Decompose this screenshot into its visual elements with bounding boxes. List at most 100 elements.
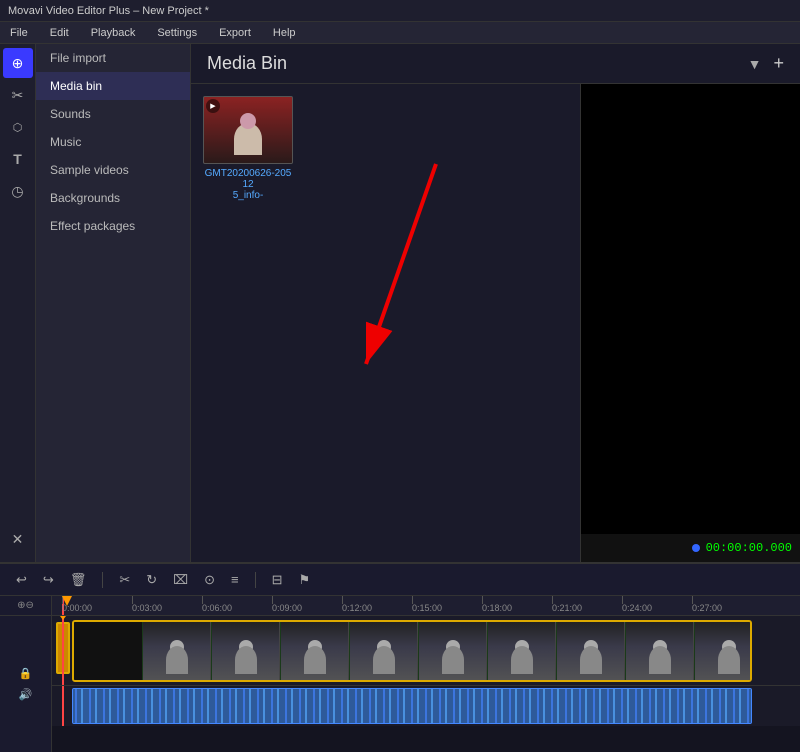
timecode-display: 00:00:00.000 bbox=[706, 541, 792, 555]
sidebar-item-music[interactable]: Music bbox=[36, 128, 190, 156]
ruler-mark-1: 0:03:00 bbox=[132, 603, 162, 613]
timeline-area: ↩ ↪ 🗑 ✂ ↻ ⌧ ⊙ ≡ ⊟ ⚑ ⊕⊖ 🔒 🔊 bbox=[0, 562, 800, 752]
add-media-button[interactable]: + bbox=[773, 53, 784, 74]
ruler-mark-3: 0:09:00 bbox=[272, 603, 302, 613]
frame-person-5 bbox=[419, 622, 486, 682]
playhead-video-head bbox=[57, 616, 69, 620]
sidebar-item-sounds[interactable]: Sounds bbox=[36, 100, 190, 128]
frame-person-1 bbox=[143, 622, 210, 682]
film-frame-8 bbox=[626, 622, 694, 682]
ruler-mark-7: 0:21:00 bbox=[552, 603, 582, 613]
sidebar-item-sample-videos[interactable]: Sample videos bbox=[36, 156, 190, 184]
audio-waveform[interactable] bbox=[72, 688, 752, 724]
menu-edit[interactable]: Edit bbox=[46, 25, 73, 41]
frame-person-3 bbox=[281, 622, 348, 682]
film-frame-4 bbox=[350, 622, 418, 682]
menu-export[interactable]: Export bbox=[215, 25, 255, 41]
menu-file[interactable]: File bbox=[6, 25, 32, 41]
redo-button[interactable]: ↪ bbox=[39, 570, 58, 590]
sidebar-item-file-import[interactable]: File import bbox=[36, 44, 190, 72]
thumbnail-visual: ▶ bbox=[204, 97, 292, 163]
undo-button[interactable]: ↩ bbox=[12, 570, 31, 590]
audio-track bbox=[52, 686, 800, 726]
menu-settings[interactable]: Settings bbox=[153, 25, 201, 41]
ruler-line-2 bbox=[202, 596, 203, 604]
sidebar-item-effect-packages[interactable]: Effect packages bbox=[36, 212, 190, 240]
ruler-mark-5: 0:15:00 bbox=[412, 603, 442, 613]
content-header: Media Bin ▼ + bbox=[191, 44, 800, 84]
content-and-preview: ▶ GMT20200626-205125_info- bbox=[191, 84, 800, 562]
ruler-line-9 bbox=[692, 596, 693, 604]
timeline-ruler: 0:00:00 0:03:00 0:06:00 0:09:00 0:12:00 … bbox=[52, 596, 800, 616]
thumb-play-icon: ▶ bbox=[206, 99, 220, 113]
menu-playback[interactable]: Playback bbox=[87, 25, 140, 41]
crop-button[interactable]: ⌧ bbox=[169, 570, 192, 590]
film-strip bbox=[74, 622, 752, 680]
ruler-line-4 bbox=[342, 596, 343, 604]
sidebar-item-media-bin[interactable]: Media bin bbox=[36, 72, 190, 100]
display-button[interactable]: ⊟ bbox=[268, 570, 287, 590]
video-track-content[interactable] bbox=[72, 620, 752, 682]
menubar: File Edit Playback Settings Export Help bbox=[0, 22, 800, 44]
track-volume-icon[interactable]: 🔊 bbox=[19, 688, 33, 701]
title-text: Movavi Video Editor Plus – New Project * bbox=[8, 5, 209, 17]
sidebar: File import Media bin Sounds Music Sampl… bbox=[36, 44, 191, 562]
film-frame-5 bbox=[419, 622, 487, 682]
import-icon-btn[interactable]: ⊕ bbox=[3, 48, 33, 78]
tools-icon-btn[interactable]: ✕ bbox=[3, 524, 33, 554]
toolbar-separator-2 bbox=[255, 572, 256, 588]
film-frame-2 bbox=[212, 622, 280, 682]
ruler-line-6 bbox=[482, 596, 483, 604]
ruler-mark-6: 0:18:00 bbox=[482, 603, 512, 613]
frame-person-6 bbox=[488, 622, 555, 682]
frame-person-9 bbox=[695, 622, 752, 682]
thumbnail-image: ▶ bbox=[203, 96, 293, 164]
ruler-mark-4: 0:12:00 bbox=[342, 603, 372, 613]
frame-person-7 bbox=[557, 622, 624, 682]
media-item[interactable]: ▶ GMT20200626-205125_info- bbox=[203, 96, 293, 550]
titles-icon-btn[interactable]: T bbox=[3, 144, 33, 174]
rotate-button[interactable]: ↻ bbox=[142, 570, 161, 590]
film-frame-black bbox=[74, 622, 142, 682]
header-actions: ▼ + bbox=[748, 53, 784, 74]
scissors-icon-btn[interactable]: ✂ bbox=[3, 80, 33, 110]
filter-icon[interactable]: ▼ bbox=[748, 56, 762, 72]
toolbar-separator-1 bbox=[102, 572, 103, 588]
film-frame-9 bbox=[695, 622, 752, 682]
preview-panel: 00:00:00.000 bbox=[580, 84, 800, 562]
flag-button[interactable]: ⚑ bbox=[295, 570, 315, 590]
ruler-line-8 bbox=[622, 596, 623, 604]
ruler-line-3 bbox=[272, 596, 273, 604]
playhead-head bbox=[62, 596, 72, 606]
delete-button[interactable]: 🗑 bbox=[66, 570, 91, 590]
ruler-and-tracks: 0:00:00 0:03:00 0:06:00 0:09:00 0:12:00 … bbox=[52, 596, 800, 752]
cut-button[interactable]: ✂ bbox=[115, 570, 134, 590]
preview-screen bbox=[581, 84, 800, 534]
playhead-video bbox=[62, 616, 64, 685]
ruler-line-5 bbox=[412, 596, 413, 604]
sidebar-item-backgrounds[interactable]: Backgrounds bbox=[36, 184, 190, 212]
film-frame-6 bbox=[488, 622, 556, 682]
track-controls: ⊕⊖ 🔒 🔊 bbox=[0, 596, 52, 752]
track-lock-icon[interactable]: 🔒 bbox=[19, 667, 33, 680]
film-frame-1 bbox=[143, 622, 211, 682]
effects-icon-btn[interactable]: ⬡ bbox=[3, 112, 33, 142]
ruler-mark-8: 0:24:00 bbox=[622, 603, 652, 613]
content-area: Media Bin ▼ + ▶ bbox=[191, 44, 800, 562]
left-iconbar: ⊕ ✂ ⬡ T ◷ ✕ bbox=[0, 44, 36, 562]
frame-person-4 bbox=[350, 622, 417, 682]
align-button[interactable]: ≡ bbox=[227, 570, 243, 589]
menu-help[interactable]: Help bbox=[269, 25, 300, 41]
film-frame-7 bbox=[557, 622, 625, 682]
zoom-icon[interactable]: ⊕⊖ bbox=[17, 600, 34, 611]
frame-person-2 bbox=[212, 622, 279, 682]
transitions-icon-btn[interactable]: ◷ bbox=[3, 176, 33, 206]
main-layout: ⊕ ✂ ⬡ T ◷ ✕ File import Media bin Sounds… bbox=[0, 44, 800, 562]
person-head bbox=[240, 113, 256, 129]
ruler-mark-9: 0:27:00 bbox=[692, 603, 722, 613]
color-button[interactable]: ⊙ bbox=[200, 570, 219, 590]
ruler-line-7 bbox=[552, 596, 553, 604]
film-frame-3 bbox=[281, 622, 349, 682]
timeline-body: ⊕⊖ 🔒 🔊 0:00:00 0:03:00 0:06:00 0:09:00 0… bbox=[0, 596, 800, 752]
waveform-visual bbox=[73, 689, 751, 723]
